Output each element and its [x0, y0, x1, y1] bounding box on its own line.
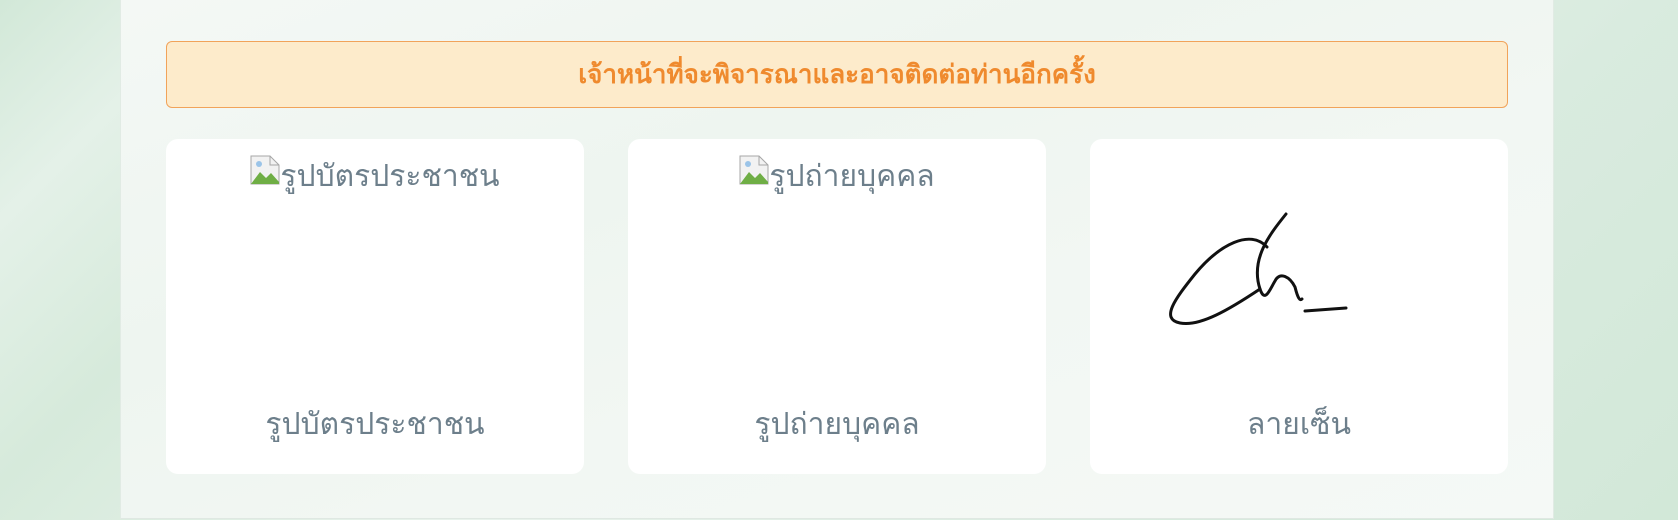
id-card-photo-card: รูปบัตรประชาชน รูปบัตรประชาชน [166, 139, 584, 474]
id-card-label: รูปบัตรประชาชน [265, 407, 485, 442]
id-card-image: รูปบัตรประชาชน [166, 153, 584, 200]
personal-photo-image: รูปถ่ายบุคคล [628, 153, 1046, 200]
personal-photo-image-alt: รูปถ่ายบุคคล [769, 159, 935, 194]
personal-photo-card: รูปถ่ายบุคคล รูปถ่ายบุคคล [628, 139, 1046, 474]
broken-image-icon [250, 155, 280, 185]
content-panel: เจ้าหน้าที่จะพิจารณาและอาจติดต่อท่านอีกค… [120, 0, 1554, 519]
notice-banner: เจ้าหน้าที่จะพิจารณาและอาจติดต่อท่านอีกค… [166, 41, 1508, 108]
signature-card: ลายเซ็น [1090, 139, 1508, 474]
notice-text: เจ้าหน้าที่จะพิจารณาและอาจติดต่อท่านอีกค… [578, 60, 1096, 90]
signature-label: ลายเซ็น [1247, 407, 1351, 442]
broken-image-icon [739, 155, 769, 185]
signature-image [1169, 212, 1348, 326]
personal-photo-label: รูปถ่ายบุคคล [754, 407, 920, 442]
id-card-image-alt: รูปบัตรประชาชน [280, 159, 500, 194]
